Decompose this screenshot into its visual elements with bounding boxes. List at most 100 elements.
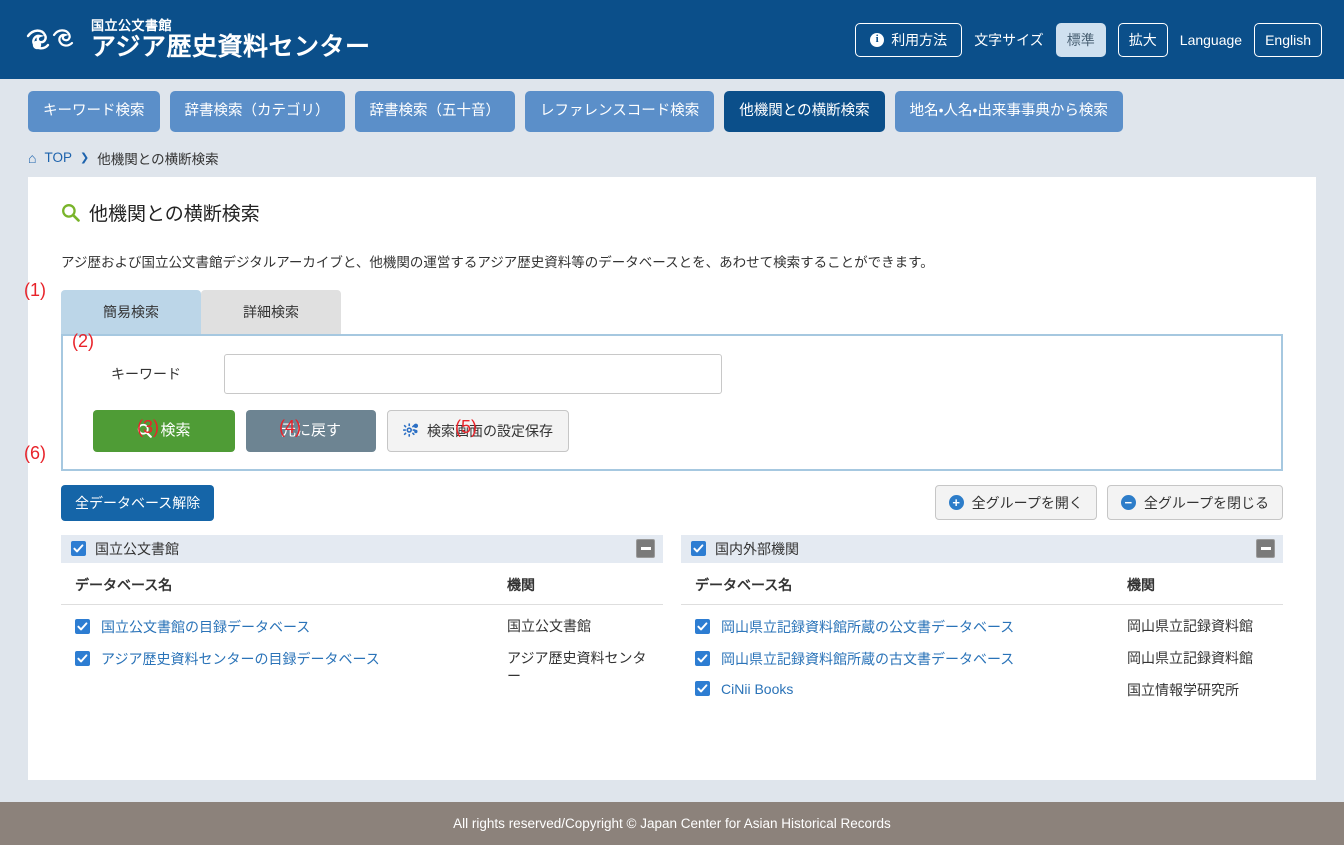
minus-box-icon[interactable] — [1256, 539, 1275, 558]
home-icon: ⌂ — [28, 149, 37, 166]
database-link[interactable]: 岡山県立記録資料館所蔵の公文書データベース — [721, 617, 1014, 637]
nav-dictionary-kana[interactable]: 辞書検索（五十音） — [354, 91, 515, 132]
row-checkbox[interactable] — [695, 681, 710, 696]
group-checkbox[interactable] — [71, 541, 86, 556]
breadcrumb-current: 他機関との横断検索 — [97, 151, 219, 167]
magnifier-icon — [62, 203, 80, 222]
footer-spacer — [0, 780, 1344, 802]
row-checkbox[interactable] — [695, 651, 710, 666]
nav-cross-institution-search[interactable]: 他機関との横断検索 — [724, 91, 885, 132]
database-link[interactable]: アジア歴史資料センターの目録データベース — [101, 649, 380, 669]
database-groups: 国立公文書館 データベース名 機関 国立公文書館の目録データベース 国立公文書館 — [61, 534, 1283, 700]
save-settings-button[interactable]: 検索画面の設定保存 — [387, 409, 569, 452]
keyword-label: キーワード — [111, 365, 181, 382]
nav-keyword-search[interactable]: キーワード検索 — [28, 91, 160, 132]
search-mode-tabs: 簡易検索 詳細検索 — [28, 289, 1316, 334]
breadcrumb: ⌂ TOP ❯ 他機関との横断検索 — [0, 144, 1344, 177]
database-controls: 全データベース解除 + 全グループを開く − 全グループを閉じる — [61, 484, 1283, 521]
language-english-button[interactable]: English — [1254, 22, 1322, 57]
plus-circle-icon: + — [948, 495, 964, 510]
save-settings-label: 検索画面の設定保存 — [427, 422, 553, 439]
site-logo[interactable]: 国立公文書館 アジア歴史資料センター — [24, 19, 371, 60]
table-row: 岡山県立記録資料館所蔵の古文書データベース 岡山県立記録資料館 — [681, 637, 1283, 669]
nav-dictionary-category[interactable]: 辞書検索（カテゴリ） — [169, 91, 345, 132]
row-checkbox[interactable] — [695, 619, 710, 634]
info-icon: i — [870, 32, 885, 47]
annotation-5: (5) — [455, 416, 477, 437]
nav-encyclopedia-search[interactable]: 地名・人名・出来事事典から検索 — [894, 91, 1123, 132]
column-header-organization: 機関 — [1127, 576, 1155, 593]
search-input[interactable] — [224, 353, 722, 394]
site-header: 国立公文書館 アジア歴史資料センター i 利用方法 文字サイズ 標準 拡大 La… — [0, 0, 1344, 79]
search-panel: キーワード 検索 元に戻す 検索画面の設定保存 — [61, 333, 1283, 471]
minus-box-icon[interactable] — [636, 539, 655, 558]
annotation-2: (2) — [72, 330, 94, 351]
table-header-row: データベース名 機関 — [681, 563, 1283, 605]
page-description: アジ歴および国立公文書館デジタルアーカイブと、他機関の運営するアジア歴史資料等の… — [61, 254, 934, 270]
keyword-field-row: キーワード — [63, 353, 1281, 394]
tab-simple-search[interactable]: 簡易検索 — [61, 289, 201, 334]
column-header-database-name: データベース名 — [695, 576, 793, 593]
nav-reference-code-search[interactable]: レファレンスコード検索 — [525, 91, 715, 132]
expand-all-groups-button[interactable]: + 全グループを開く — [934, 485, 1097, 520]
minus-circle-icon: − — [1120, 495, 1136, 510]
language-label: Language — [1179, 31, 1243, 48]
breadcrumb-separator: ❯ — [79, 152, 90, 164]
usage-button-label: 利用方法 — [891, 31, 948, 48]
table-row: 国立公文書館の目録データベース 国立公文書館 — [61, 605, 663, 637]
reset-button[interactable]: 元に戻す — [246, 409, 376, 452]
page-title: 他機関との横断検索 — [28, 199, 1316, 226]
logo-subtitle: 国立公文書館 — [91, 18, 173, 33]
column-header-organization: 機関 — [507, 576, 535, 593]
clear-all-databases-button[interactable]: 全データベース解除 — [61, 484, 215, 521]
text-size-label: 文字サイズ — [974, 31, 1044, 48]
group-title: 国内外部機関 — [715, 540, 799, 557]
database-group-national-archives: 国立公文書館 データベース名 機関 国立公文書館の目録データベース 国立公文書館 — [61, 534, 663, 700]
table-row: アジア歴史資料センターの目録データベース アジア歴史資料センター — [61, 637, 663, 687]
table-row: CiNii Books 国立情報学研究所 — [681, 669, 1283, 700]
header-utilities: i 利用方法 文字サイズ 標準 拡大 Language English — [855, 22, 1322, 57]
database-organization: アジア歴史資料センター — [507, 649, 647, 685]
search-button[interactable]: 検索 — [93, 409, 235, 452]
database-organization: 国立公文書館 — [507, 617, 591, 634]
expand-all-label: 全グループを開く — [971, 494, 1083, 511]
copyright-text: All rights reserved/Copyright © Japan Ce… — [453, 815, 891, 831]
main-content-card: (1) (2) (3) (4) (5) (6) 他機関との横断検索 アジ歴および… — [24, 176, 1316, 780]
gear-icon — [403, 423, 419, 437]
group-toggle-buttons: + 全グループを開く − 全グループを閉じる — [934, 485, 1283, 520]
logo-title: アジア歴史資料センター — [91, 33, 371, 61]
annotation-1: (1) — [24, 279, 46, 300]
search-button-label: 検索 — [160, 422, 191, 439]
annotation-4: (4) — [279, 416, 301, 437]
column-header-database-name: データベース名 — [75, 576, 173, 593]
text-size-large-button[interactable]: 拡大 — [1117, 22, 1168, 57]
table-header-row: データベース名 機関 — [61, 563, 663, 605]
database-group-domestic-external: 国内外部機関 データベース名 機関 岡山県立記録資料館所蔵の公文書データベース … — [681, 534, 1283, 700]
breadcrumb-top-link[interactable]: TOP — [44, 150, 72, 165]
database-link[interactable]: CiNii Books — [721, 681, 793, 697]
group-header: 国立公文書館 — [61, 534, 663, 563]
database-link[interactable]: 岡山県立記録資料館所蔵の古文書データベース — [721, 649, 1014, 669]
annotation-6: (6) — [24, 442, 46, 463]
collapse-all-label: 全グループを閉じる — [1143, 494, 1269, 511]
site-footer: All rights reserved/Copyright © Japan Ce… — [0, 801, 1344, 845]
usage-button[interactable]: i 利用方法 — [855, 22, 963, 57]
database-organization: 岡山県立記録資料館 — [1127, 617, 1253, 634]
collapse-all-groups-button[interactable]: − 全グループを閉じる — [1106, 485, 1283, 520]
wave-swirl-icon — [26, 28, 74, 49]
annotation-3: (3) — [137, 416, 159, 437]
search-button-row: 検索 元に戻す 検索画面の設定保存 — [63, 394, 1281, 452]
table-row: 岡山県立記録資料館所蔵の公文書データベース 岡山県立記録資料館 — [681, 605, 1283, 637]
page-title-text: 他機関との横断検索 — [89, 203, 260, 225]
row-checkbox[interactable] — [75, 651, 90, 666]
primary-nav: キーワード検索 辞書検索（カテゴリ） 辞書検索（五十音） レファレンスコード検索… — [0, 79, 1344, 144]
group-header: 国内外部機関 — [681, 534, 1283, 563]
text-size-standard-button[interactable]: 標準 — [1055, 22, 1106, 57]
database-link[interactable]: 国立公文書館の目録データベース — [101, 617, 310, 637]
row-checkbox[interactable] — [75, 619, 90, 634]
group-title: 国立公文書館 — [95, 540, 179, 557]
database-organization: 国立情報学研究所 — [1127, 681, 1239, 698]
tab-advanced-search[interactable]: 詳細検索 — [201, 289, 341, 334]
database-organization: 岡山県立記録資料館 — [1127, 649, 1253, 666]
group-checkbox[interactable] — [691, 541, 706, 556]
